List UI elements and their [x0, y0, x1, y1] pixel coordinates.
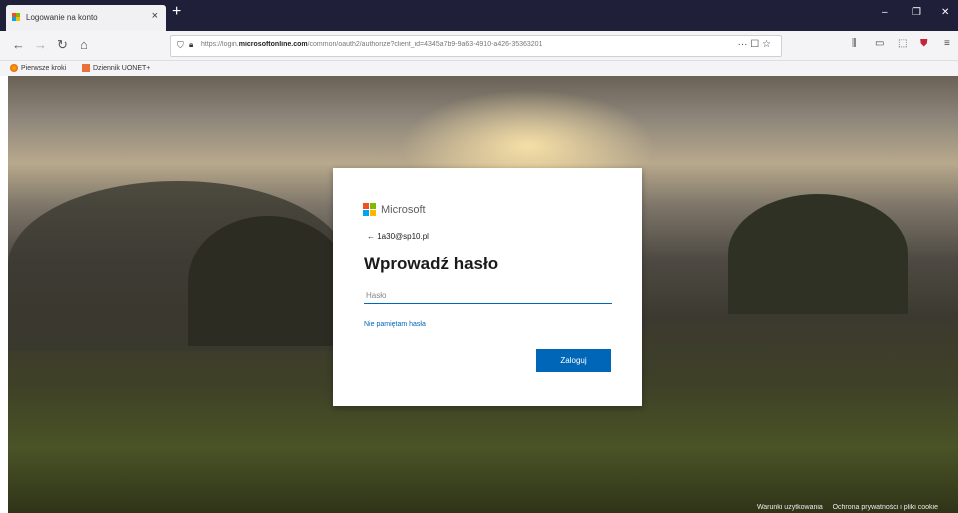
- shield-icon[interactable]: ⛉: [177, 40, 184, 51]
- forgot-password-link[interactable]: Nie pamiętam hasła: [364, 321, 426, 328]
- terms-link[interactable]: Warunki użytkowania: [757, 504, 823, 511]
- forward-icon[interactable]: →: [34, 37, 47, 52]
- reload-icon[interactable]: ↻: [57, 37, 68, 53]
- bookmarks-bar: Pierwsze kroki Dziennik UONET+: [0, 61, 958, 76]
- nav-bar: ← → ↻ ⌂ ⛉ 🔒︎ https://login.microsoftonli…: [0, 31, 958, 61]
- tab-title: Logowanie na konto: [26, 13, 98, 22]
- page-title: Wprowadź hasło: [364, 254, 499, 273]
- maximize-button[interactable]: ❐: [912, 7, 921, 18]
- ublock-icon[interactable]: ⛊: [920, 38, 928, 49]
- url-text[interactable]: https://login.microsoftonline.com/common…: [201, 41, 701, 48]
- menu-icon[interactable]: ≡: [944, 38, 950, 49]
- address-bar[interactable]: ⛉ 🔒︎ https://login.microsoftonline.com/c…: [170, 35, 782, 57]
- screenshot-icon[interactable]: ⬚: [898, 38, 907, 49]
- bookmark-uonet[interactable]: Dziennik UONET+: [82, 64, 150, 72]
- signin-button[interactable]: Zaloguj: [536, 349, 611, 372]
- home-icon[interactable]: ⌂: [80, 37, 88, 52]
- close-window-button[interactable]: ✕: [941, 7, 949, 18]
- browser-tab[interactable]: Logowanie na konto ×: [6, 5, 166, 31]
- brand-name: Microsoft: [381, 204, 426, 216]
- library-icon[interactable]: ⫼: [852, 38, 857, 49]
- hill: [188, 216, 348, 346]
- firefox-icon: [10, 64, 18, 72]
- bookmark-icon: [82, 64, 90, 72]
- back-icon[interactable]: ←: [12, 37, 25, 52]
- tab-close-icon[interactable]: ×: [152, 10, 158, 22]
- password-field[interactable]: [364, 287, 612, 304]
- footer-links: Warunki użytkowania Ochrona prywatności …: [757, 504, 938, 511]
- tab-bar: Logowanie na konto × + – ❐ ✕: [0, 0, 958, 31]
- lock-icon[interactable]: 🔒︎: [189, 40, 193, 50]
- page-actions[interactable]: ··· ☐ ☆: [738, 39, 771, 50]
- microsoft-logo-icon: [363, 203, 377, 217]
- hill: [728, 194, 908, 314]
- privacy-link[interactable]: Ochrona prywatności i pliki cookie: [833, 504, 938, 511]
- minimize-button[interactable]: –: [882, 7, 888, 18]
- bookmark-getting-started[interactable]: Pierwsze kroki: [10, 64, 66, 72]
- microsoft-icon: [12, 13, 20, 21]
- account-identity[interactable]: ← 1a30@sp10.pl: [367, 232, 429, 241]
- login-card: Microsoft ← 1a30@sp10.pl Wprowadź hasło …: [333, 168, 642, 406]
- new-tab-button[interactable]: +: [172, 3, 181, 21]
- sidebar-icon[interactable]: ▭: [875, 38, 884, 49]
